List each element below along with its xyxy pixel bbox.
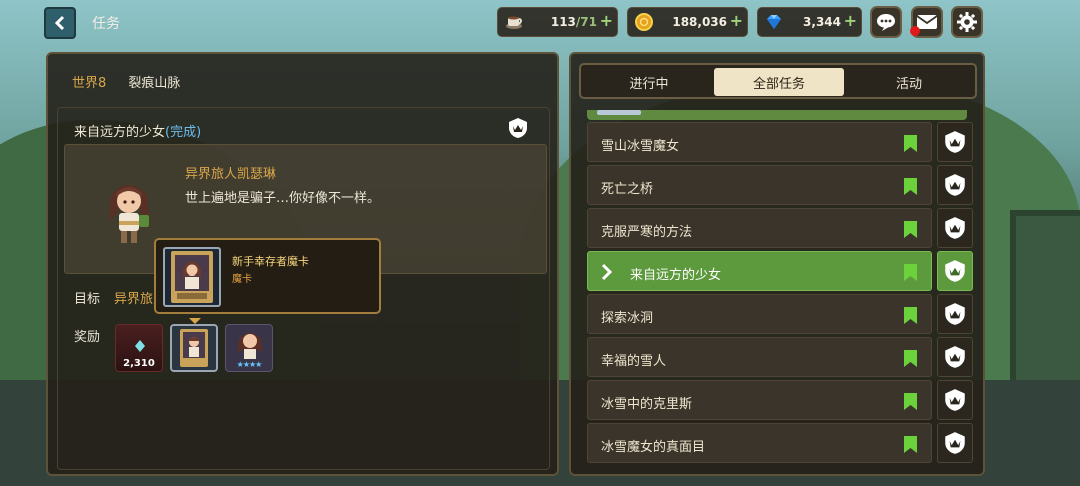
crest-icon: [509, 118, 527, 138]
quest-tabs: 进行中 全部任务 活动: [579, 63, 977, 99]
quest-row[interactable]: 克服严寒的方法: [587, 208, 979, 248]
quest-row-selected[interactable]: 来自远方的少女: [587, 251, 979, 291]
quest-row-name: 冰雪中的克里斯: [601, 397, 693, 412]
magic-card-icon: [180, 329, 208, 367]
character-icon: [238, 333, 262, 359]
quest-list-panel: 进行中 全部任务 活动 雪山冰雪魔女 死亡之桥 克服严寒的方法 来自远方的少女: [569, 52, 985, 476]
tooltip-type: 魔卡: [232, 274, 252, 285]
bookmark-icon[interactable]: [904, 178, 917, 195]
quest-row[interactable]: 探索冰洞: [587, 294, 979, 334]
gem-plus-icon[interactable]: +: [844, 11, 857, 30]
top-bar: 任务 113/71 + 188,036 + 3,344 +: [0, 0, 1080, 44]
chevron-left-icon: [54, 15, 65, 31]
crest-icon: [945, 174, 965, 196]
bookmark-icon[interactable]: [904, 135, 917, 152]
crest-icon: [945, 131, 965, 153]
reward-tooltip: 新手幸存者魔卡 魔卡: [154, 238, 381, 314]
crest-button[interactable]: [937, 165, 973, 205]
quest-row[interactable]: 冰雪中的克里斯: [587, 380, 979, 420]
quest-row-name: 雪山冰雪魔女: [601, 139, 680, 154]
tooltip-card-thumbnail: [163, 247, 221, 307]
reward-card[interactable]: [170, 324, 218, 372]
tab-events[interactable]: 活动: [844, 68, 974, 96]
quest-row[interactable]: 雪山冰雪魔女: [587, 122, 979, 162]
crest-button[interactable]: [937, 423, 973, 463]
quest-list[interactable]: 雪山冰雪魔女 死亡之桥 克服严寒的方法 来自远方的少女 探索冰洞 幸福的雪人 冰…: [579, 110, 983, 468]
stamina-plus-icon[interactable]: +: [600, 11, 613, 30]
region-label: 裂痕山脉: [128, 76, 181, 91]
quest-row[interactable]: 幸福的雪人: [587, 337, 979, 377]
quest-row-name: 幸福的雪人: [601, 354, 667, 369]
crest-button[interactable]: [937, 337, 973, 377]
crest-button[interactable]: [937, 208, 973, 248]
tab-in-progress[interactable]: 进行中: [584, 68, 714, 96]
gear-icon: [957, 12, 977, 32]
quest-row-name: 冰雪魔女的真面目: [601, 440, 706, 455]
tab-all-quests[interactable]: 全部任务: [714, 68, 844, 96]
speaker-name: 异界旅人凯瑟琳: [185, 167, 277, 182]
crest-icon: [945, 217, 965, 239]
crest-button[interactable]: [937, 294, 973, 334]
world-label: 世界8: [72, 76, 107, 91]
gold-value: 188,036: [672, 15, 727, 29]
quest-row[interactable]: 冰雪魔女的真面目: [587, 423, 979, 463]
diamond-icon: [767, 15, 781, 29]
crest-icon: [945, 432, 965, 454]
quest-row-name: 死亡之桥: [601, 182, 654, 197]
reward-gem-count: 2,310: [123, 358, 155, 369]
settings-button[interactable]: [951, 6, 983, 38]
crest-icon: [945, 303, 965, 325]
breadcrumb: 世界8 裂痕山脉: [72, 72, 180, 91]
character-portrait: [109, 185, 149, 243]
coffee-cup-icon: [506, 16, 522, 29]
gold-plus-icon[interactable]: +: [730, 11, 743, 30]
quest-row[interactable]: 死亡之桥: [587, 165, 979, 205]
tooltip-name: 新手幸存者魔卡: [232, 255, 309, 268]
bookmark-icon[interactable]: [904, 221, 917, 238]
crest-button[interactable]: [937, 251, 973, 291]
gem-value: 3,344: [803, 15, 841, 29]
reward-gem[interactable]: 2,310: [115, 324, 163, 372]
dialogue-text: 世上遍地是骗子…你好像不一样。: [185, 191, 381, 206]
reward-character[interactable]: ★★★★: [225, 324, 273, 372]
quest-status: (完成): [165, 125, 202, 140]
reward-label: 奖励: [74, 330, 101, 345]
bookmark-icon[interactable]: [904, 393, 917, 410]
gold-counter[interactable]: 188,036 +: [627, 7, 748, 37]
goal-label: 目标: [74, 292, 101, 307]
quest-row-name: 探索冰洞: [601, 311, 654, 326]
stamina-max: /71: [575, 15, 597, 29]
gem-counter[interactable]: 3,344 +: [757, 7, 862, 37]
chevron-right-icon: [601, 263, 613, 281]
crest-icon: [945, 260, 965, 282]
bookmark-icon[interactable]: [904, 264, 917, 281]
bookmark-icon[interactable]: [904, 350, 917, 367]
chat-button[interactable]: [870, 6, 902, 38]
quest-row-name: 来自远方的少女: [630, 268, 722, 283]
quest-title-text: 来自远方的少女: [74, 125, 166, 140]
chat-icon: [877, 14, 895, 31]
crest-icon: [945, 346, 965, 368]
crest-icon: [945, 389, 965, 411]
crest-button[interactable]: [937, 122, 973, 162]
reward-character-stars: ★★★★: [236, 360, 263, 369]
bookmark-icon[interactable]: [904, 307, 917, 324]
mail-notification-dot: [910, 26, 920, 36]
stamina-current: 113: [550, 15, 576, 29]
list-scroll-partial-row: [587, 110, 967, 120]
stamina-counter[interactable]: 113/71 +: [497, 7, 618, 37]
gold-coin-icon: [635, 13, 653, 31]
gem-icon: [135, 340, 145, 352]
back-button[interactable]: [44, 7, 76, 39]
page-title: 任务: [92, 16, 120, 32]
crest-button[interactable]: [937, 380, 973, 420]
quest-title: 来自远方的少女(完成): [74, 121, 201, 140]
quest-row-name: 克服严寒的方法: [601, 225, 693, 240]
bookmark-icon[interactable]: [904, 436, 917, 453]
magic-card-icon: [171, 251, 213, 303]
